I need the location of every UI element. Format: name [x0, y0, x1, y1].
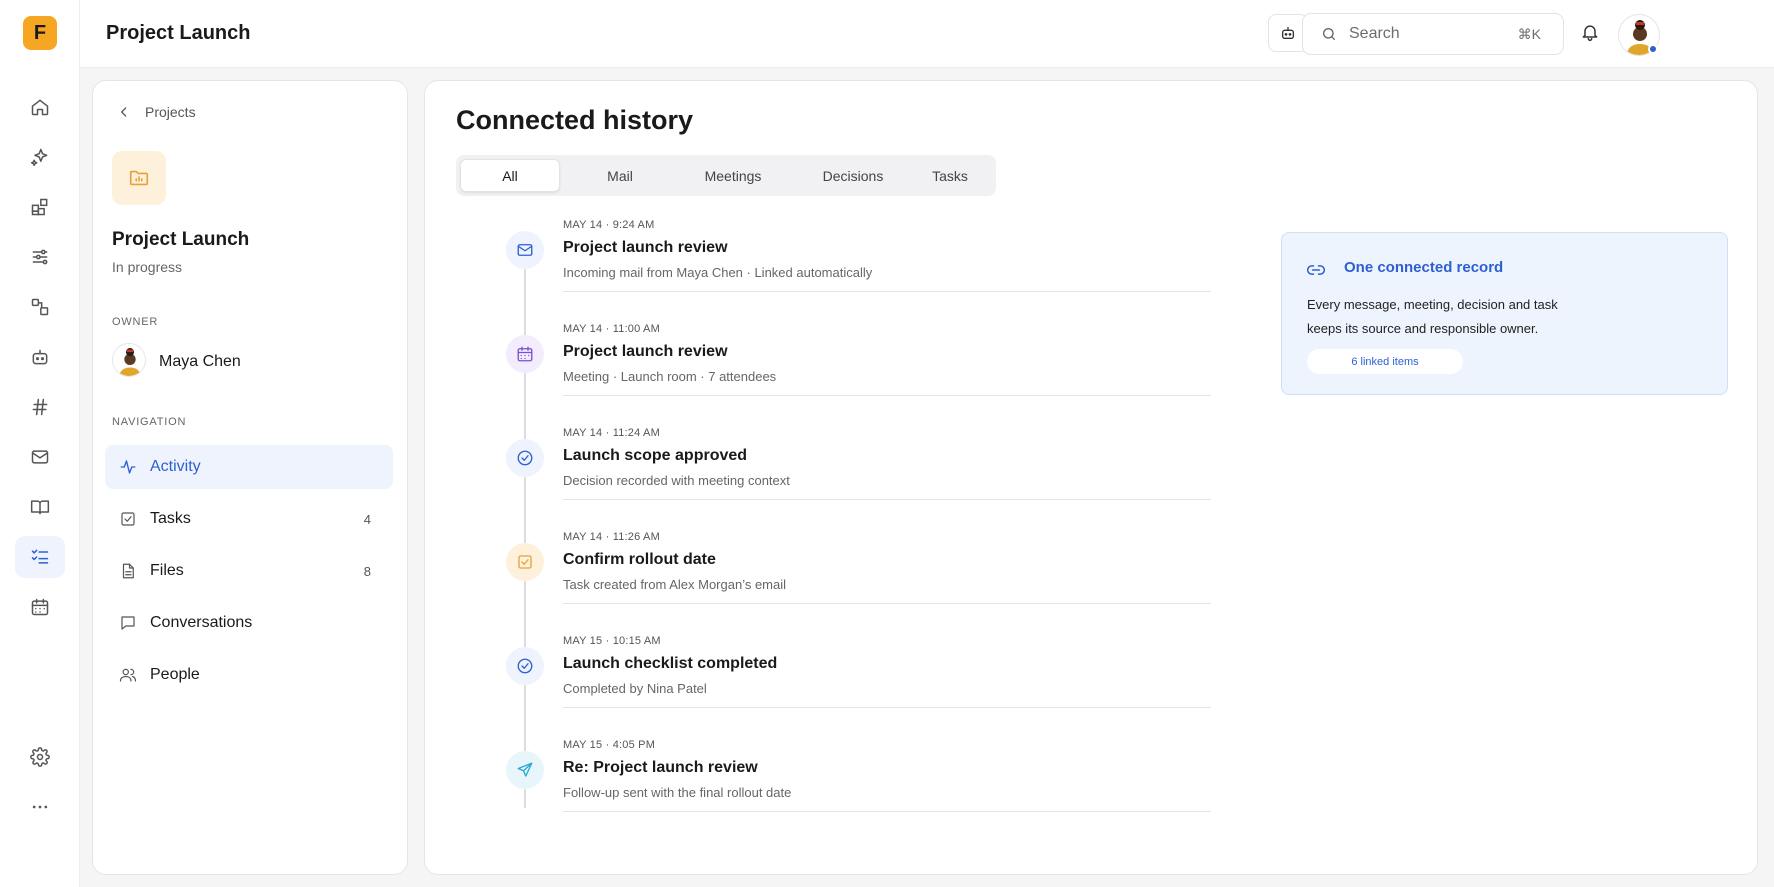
filter-tabs: All Mail Meetings Decisions Tasks: [456, 155, 996, 196]
search-shortcut: ⌘K: [1517, 25, 1541, 42]
search-placeholder: Search: [1349, 25, 1400, 42]
event-time: MAY 14 · 11:24 AM: [563, 427, 660, 439]
check-circle-icon: [506, 439, 544, 477]
timeline-event[interactable]: MAY 14 · 11:24 AM Launch scope approved …: [425, 427, 1525, 543]
sliders-icon[interactable]: [15, 236, 65, 278]
event-description: Task created from Alex Morgan’s email: [563, 577, 787, 592]
nav-item-activity[interactable]: Activity: [105, 445, 393, 489]
sparkle-icon[interactable]: [15, 136, 65, 178]
file-icon: [119, 562, 137, 580]
task-icon: [119, 510, 137, 528]
navigation-heading: NAVIGATION: [112, 416, 187, 428]
event-time: MAY 15 · 4:05 PM: [563, 739, 656, 751]
tab-mail[interactable]: Mail: [570, 159, 670, 192]
divider: [563, 291, 1211, 292]
nav-count: 8: [363, 563, 371, 579]
bot-icon: [1280, 25, 1296, 41]
mail-icon: [506, 231, 544, 269]
tab-tasks[interactable]: Tasks: [908, 159, 992, 192]
event-title: Confirm rollout date: [563, 551, 716, 568]
calendar-icon: [506, 335, 544, 373]
event-title: Re: Project launch review: [563, 759, 758, 776]
event-title: Project launch review: [563, 239, 728, 256]
chevron-left-icon: [117, 105, 131, 119]
nav-count: 4: [363, 511, 371, 527]
nav-label: Files: [150, 562, 184, 579]
project-status: In progress: [112, 259, 183, 275]
owner-avatar: [112, 343, 146, 377]
linked-items-badge[interactable]: 6 linked items: [1307, 349, 1463, 374]
search-input[interactable]: Search ⌘K: [1302, 13, 1564, 55]
event-description: Incoming mail from Maya Chen · Linked au…: [563, 265, 873, 280]
event-description: Follow-up sent with the final rollout da…: [563, 785, 792, 800]
folder-icon: [112, 151, 166, 205]
page-title: Project Launch: [106, 22, 251, 44]
nav-item-files[interactable]: Files 8: [105, 549, 393, 593]
mail-icon[interactable]: [15, 436, 65, 478]
event-time: MAY 15 · 10:15 AM: [563, 635, 661, 647]
event-time: MAY 14 · 9:24 AM: [563, 219, 655, 231]
event-title: Launch checklist completed: [563, 655, 778, 672]
event-description: Completed by Nina Patel: [563, 681, 707, 696]
event-title: Project launch review: [563, 343, 728, 360]
check-circle-icon: [506, 647, 544, 685]
card-title: One connected record: [1344, 259, 1504, 276]
send-icon: [506, 751, 544, 789]
app-rail: F: [0, 0, 80, 887]
activity-icon: [119, 458, 137, 476]
bell-icon[interactable]: [1580, 22, 1600, 42]
back-label: Projects: [145, 104, 196, 120]
more-icon[interactable]: [15, 786, 65, 828]
tab-decisions[interactable]: Decisions: [796, 159, 910, 192]
divider: [563, 499, 1211, 500]
nav-item-people[interactable]: People: [105, 653, 393, 697]
apps-icon[interactable]: [15, 186, 65, 228]
people-icon: [119, 666, 137, 684]
hash-icon[interactable]: [15, 386, 65, 428]
divider: [563, 811, 1211, 812]
nav-label: Tasks: [150, 510, 191, 527]
nav-item-conversations[interactable]: Conversations: [105, 601, 393, 645]
timeline-event[interactable]: MAY 15 · 10:15 AM Launch checklist compl…: [425, 635, 1525, 751]
section-title: Connected history: [456, 105, 694, 135]
link-icon: [1306, 260, 1326, 280]
bot-icon[interactable]: [15, 336, 65, 378]
history-panel: Connected history All Mail Meetings Deci…: [424, 80, 1758, 875]
home-icon[interactable]: [15, 86, 65, 128]
tab-all[interactable]: All: [460, 159, 560, 192]
task-icon: [506, 543, 544, 581]
nav-label: Conversations: [150, 614, 253, 631]
shapes-icon[interactable]: [15, 286, 65, 328]
divider: [563, 395, 1211, 396]
back-to-projects-link[interactable]: Projects: [117, 104, 196, 120]
checklist-icon[interactable]: [15, 536, 65, 578]
owner-heading: OWNER: [112, 316, 159, 328]
event-description: Meeting · Launch room · 7 attendees: [563, 369, 777, 384]
project-panel: Projects Project Launch In progress OWNE…: [92, 80, 408, 875]
event-time: MAY 14 · 11:00 AM: [563, 323, 660, 335]
nav-label: People: [150, 666, 200, 683]
search-icon: [1321, 26, 1337, 42]
connected-record-card: One connected record Every message, meet…: [1281, 232, 1728, 395]
app-logo[interactable]: F: [23, 16, 57, 50]
tab-meetings[interactable]: Meetings: [676, 159, 790, 192]
nav-item-tasks[interactable]: Tasks 4: [105, 497, 393, 541]
chat-icon: [119, 614, 137, 632]
divider: [563, 707, 1211, 708]
timeline-event[interactable]: MAY 15 · 4:05 PM Re: Project launch revi…: [425, 739, 1525, 855]
gear-icon[interactable]: [15, 736, 65, 778]
online-status-dot: [1648, 44, 1658, 54]
owner-name: Maya Chen: [159, 353, 241, 370]
timeline-event[interactable]: MAY 14 · 11:26 AM Confirm rollout date T…: [425, 531, 1525, 647]
calendar-icon[interactable]: [15, 586, 65, 628]
book-icon[interactable]: [15, 486, 65, 528]
event-description: Decision recorded with meeting context: [563, 473, 790, 488]
event-time: MAY 14 · 11:26 AM: [563, 531, 660, 543]
project-title: Project Launch: [112, 229, 250, 250]
nav-label: Activity: [150, 458, 201, 475]
event-title: Launch scope approved: [563, 447, 748, 464]
card-body: Every message, meeting, decision and tas…: [1307, 297, 1558, 336]
divider: [563, 603, 1211, 604]
